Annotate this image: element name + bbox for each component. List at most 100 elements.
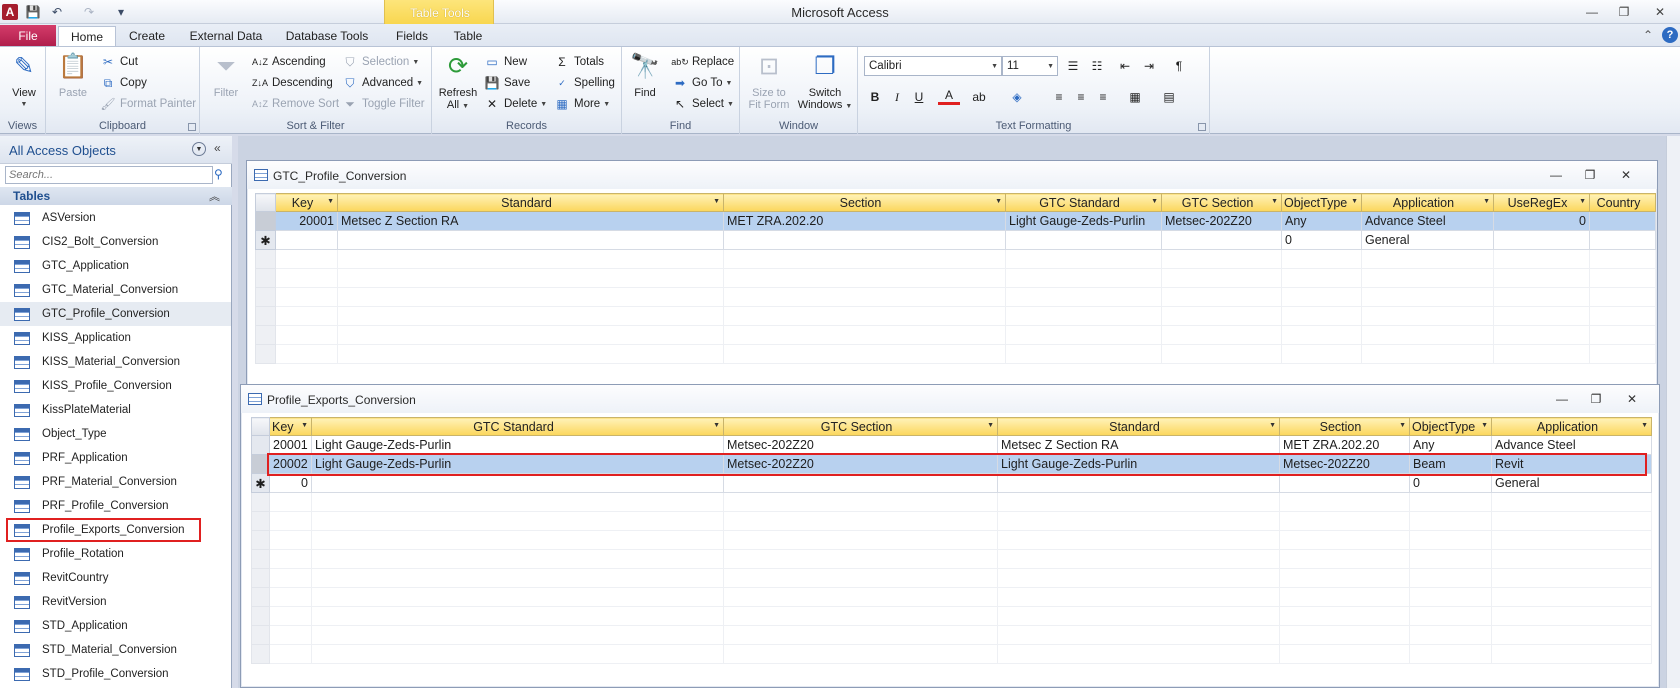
cell-section[interactable]: MET ZRA.202.20 [1279, 435, 1410, 455]
cell-section[interactable]: MET ZRA.202.20 [723, 211, 1006, 231]
cell-gtc-standard[interactable]: Light Gauge-Zeds-Purlin [1005, 211, 1162, 231]
cell-key[interactable]: 0 [269, 473, 312, 493]
cell-section[interactable]: Metsec-202Z20 [1279, 454, 1410, 474]
size-to-fit-form-button[interactable]: ⊡ Size to Fit Form [744, 51, 794, 112]
minimize-icon[interactable]: — [1547, 167, 1565, 183]
bullets-icon[interactable]: ☰ [1062, 56, 1084, 76]
nav-item-gtc-profile-conversion[interactable]: GTC_Profile_Conversion [0, 302, 231, 326]
nav-title[interactable]: All Access Objects [9, 143, 116, 158]
cell-key[interactable] [275, 230, 338, 250]
column-header-key[interactable]: Key ▼ [275, 193, 338, 212]
tab-database-tools[interactable]: Database Tools [282, 26, 372, 46]
nav-item-kiss-profile-conversion[interactable]: KISS_Profile_Conversion [0, 374, 231, 398]
nav-item-gtc-application[interactable]: GTC_Application [0, 254, 231, 278]
cell-useregex[interactable]: 0 [1493, 211, 1590, 231]
chevron-up-icon[interactable]: ︽ [209, 188, 220, 204]
decrease-indent-icon[interactable]: ⇤ [1114, 56, 1136, 76]
cell-application[interactable]: Revit [1491, 454, 1652, 474]
restore-icon[interactable]: ❐ [1581, 167, 1599, 183]
column-header-application[interactable]: Application ▼ [1361, 193, 1494, 212]
cell-gtc-section[interactable]: Metsec-202Z20 [1161, 211, 1282, 231]
help-icon[interactable]: ? [1662, 27, 1678, 43]
alternate-row-color-icon[interactable]: ▤ [1158, 87, 1180, 107]
cell-application[interactable]: Advance Steel [1491, 435, 1652, 455]
cell-application[interactable]: Advance Steel [1361, 211, 1494, 231]
workspace-vertical-scrollbar[interactable] [1666, 136, 1680, 688]
column-header-standard[interactable]: Standard ▼ [997, 417, 1280, 436]
selection-button[interactable]: ⛉ Selection ▼ [342, 52, 419, 72]
chevron-down-icon[interactable]: ▼ [192, 142, 206, 156]
column-header-gtc-standard[interactable]: GTC Standard ▼ [1005, 193, 1162, 212]
cell-gtc-section[interactable] [1161, 230, 1282, 250]
minimize-icon[interactable]: — [1553, 391, 1571, 407]
fill-color-icon[interactable]: ◈ [1006, 87, 1028, 107]
spelling-button[interactable]: ✓ Spelling [554, 73, 615, 93]
table-row[interactable]: 20001 Light Gauge-Zeds-Purlin Metsec-202… [251, 435, 1652, 455]
column-header-objecttype[interactable]: ObjectType ▼ [1281, 193, 1362, 212]
descending-button[interactable]: Z↓A Descending [252, 73, 333, 93]
restore-icon[interactable]: ❐ [1587, 391, 1605, 407]
cell-standard[interactable]: Light Gauge-Zeds-Purlin [997, 454, 1280, 474]
align-center-icon[interactable]: ≡ [1070, 87, 1092, 107]
nav-item-std-profile-conversion[interactable]: STD_Profile_Conversion [0, 662, 231, 686]
cell-section[interactable] [723, 230, 1006, 250]
column-header-useregex[interactable]: UseRegEx ▼ [1493, 193, 1590, 212]
cell-objecttype[interactable]: 0 [1281, 230, 1362, 250]
minimize-icon[interactable]: — [1582, 4, 1602, 20]
column-header-gtc-section[interactable]: GTC Section ▼ [723, 417, 998, 436]
cut-button[interactable]: ✂ Cut [100, 52, 138, 72]
nav-item-profile-exports-conversion[interactable]: Profile_Exports_Conversion [6, 518, 201, 542]
cell-section[interactable] [1279, 473, 1410, 493]
column-header-section[interactable]: Section ▼ [723, 193, 1006, 212]
cell-key[interactable]: 20001 [269, 435, 312, 455]
nav-item-gtc-material-conversion[interactable]: GTC_Material_Conversion [0, 278, 231, 302]
nav-section-tables[interactable]: Tables ︽ [0, 187, 232, 205]
column-header-section[interactable]: Section ▼ [1279, 417, 1410, 436]
window-titlebar[interactable]: GTC_Profile_Conversion — ❐ ✕ [247, 161, 1657, 189]
cell-objecttype[interactable]: Beam [1409, 454, 1492, 474]
nav-item-kissplatematerial[interactable]: KissPlateMaterial [0, 398, 231, 422]
cell-gtc-standard[interactable]: Light Gauge-Zeds-Purlin [311, 435, 724, 455]
nav-search-input[interactable] [5, 166, 213, 184]
view-button[interactable]: ✎ View ▼ [6, 51, 42, 111]
close-icon[interactable]: ✕ [1623, 391, 1641, 407]
highlight-icon[interactable]: ab [968, 87, 990, 107]
copy-button[interactable]: ⧉ Copy [100, 73, 147, 93]
nav-item-std-application[interactable]: STD_Application [0, 614, 231, 638]
column-header-application[interactable]: Application ▼ [1491, 417, 1652, 436]
cell-country[interactable] [1589, 211, 1656, 231]
tab-create[interactable]: Create [122, 26, 172, 46]
close-icon[interactable]: ✕ [1650, 4, 1670, 20]
cell-key[interactable]: 20002 [269, 454, 312, 474]
nav-item-prf-application[interactable]: PRF_Application [0, 446, 231, 470]
nav-item-prf-material-conversion[interactable]: PRF_Material_Conversion [0, 470, 231, 494]
nav-item-kiss-material-conversion[interactable]: KISS_Material_Conversion [0, 350, 231, 374]
italic-icon[interactable]: I [886, 87, 908, 107]
new-record-button[interactable]: ▭ New [484, 52, 527, 72]
new-record-row[interactable]: ✱ 0 General [255, 230, 1656, 250]
nav-item-profile-rotation[interactable]: Profile_Rotation [0, 542, 231, 566]
nav-item-revitcountry[interactable]: RevitCountry [0, 566, 231, 590]
cell-application[interactable]: General [1361, 230, 1494, 250]
text-formatting-launcher-icon[interactable] [1198, 123, 1206, 131]
restore-icon[interactable]: ❐ [1614, 4, 1634, 20]
record-selector[interactable] [251, 435, 270, 455]
advanced-button[interactable]: ⛉ Advanced ▼ [342, 73, 423, 93]
bold-icon[interactable]: B [864, 87, 886, 107]
find-button[interactable]: 🔭 Find [628, 51, 662, 100]
cell-gtc-section[interactable]: Metsec-202Z20 [723, 454, 998, 474]
cell-gtc-standard[interactable] [311, 473, 724, 493]
search-icon[interactable]: ⚲ [214, 167, 223, 181]
font-size-combo[interactable]: 11 ▼ [1002, 56, 1058, 76]
numbering-icon[interactable]: ☷ [1086, 56, 1108, 76]
cell-standard[interactable]: Metsec Z Section RA [337, 211, 724, 231]
cell-country[interactable] [1589, 230, 1656, 250]
new-record-row[interactable]: ✱ 0 0 General [251, 473, 1652, 493]
nav-item-revitversion[interactable]: RevitVersion [0, 590, 231, 614]
select-button[interactable]: ↖ Select ▼ [672, 94, 734, 114]
delete-button[interactable]: ✕ Delete ▼ [484, 94, 547, 114]
save-record-button[interactable]: 💾 Save [484, 73, 531, 93]
format-painter-button[interactable]: 🖌 Format Painter [100, 94, 196, 114]
ascending-button[interactable]: A↓Z Ascending [252, 52, 326, 72]
select-all-cell[interactable] [255, 193, 276, 212]
